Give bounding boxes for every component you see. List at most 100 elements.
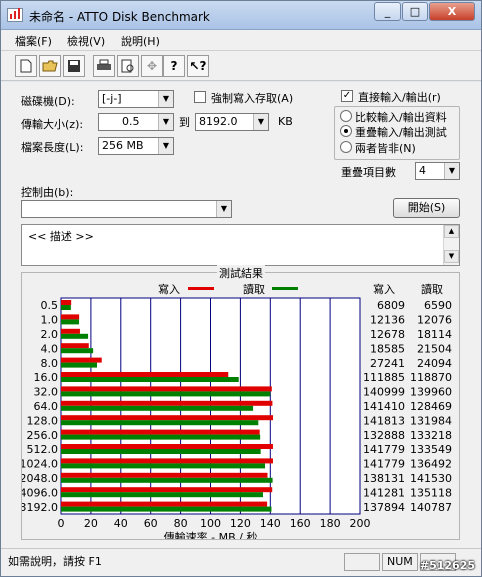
y-tick-label: 512.0 [27, 443, 59, 456]
value-write: 18585 [370, 342, 405, 355]
value-write: 141410 [363, 400, 405, 413]
value-read: 12076 [417, 314, 452, 327]
transfer-unit-label: KB [278, 115, 293, 128]
bar-read [61, 463, 266, 469]
y-tick-label: 32.0 [34, 386, 59, 399]
benchmark-chart: 0 20 40 60 80 100 120 140 160 180 200 傳輸速率 - MB / 秒… [22, 282, 452, 539]
close-button[interactable]: X [429, 2, 475, 21]
drive-value: [-j-] [102, 92, 122, 105]
queue-depth-select[interactable]: 4 ▼ [415, 162, 460, 180]
value-write: 141281 [363, 486, 405, 499]
chevron-down-icon: ▼ [158, 138, 173, 154]
menu-help[interactable]: 說明(H) [121, 33, 160, 49]
y-tick-label: 2048.0 [22, 472, 58, 485]
table-header-read: 讀取 [421, 282, 443, 296]
bar-write [61, 400, 273, 406]
value-read: 133549 [410, 443, 452, 456]
legend-read-label: 讀取 [243, 282, 265, 296]
print-icon[interactable] [93, 55, 115, 77]
legend-write-label: 寫入 [158, 282, 180, 296]
window-title: 未命名 - ATTO Disk Benchmark [29, 10, 210, 24]
value-write: 141779 [363, 443, 405, 456]
table-header-write: 寫入 [373, 282, 395, 296]
maximize-button[interactable]: □ [402, 2, 428, 21]
y-tick-label: 1.0 [41, 314, 59, 327]
bar-read [61, 319, 80, 325]
x-tick-label: 60 [144, 517, 158, 530]
new-document-icon[interactable] [15, 55, 37, 77]
file-length-label: 檔案長度(L): [21, 141, 84, 154]
move-icon[interactable]: ✥ [141, 55, 163, 77]
x-tick-label: 20 [84, 517, 98, 530]
transfer-size-label: 傳輸大小(z): [21, 118, 84, 131]
scroll-down-icon[interactable]: ▼ [444, 250, 459, 263]
direct-io-checkbox[interactable]: ✓ [341, 90, 353, 102]
print-preview-icon[interactable] [117, 55, 139, 77]
file-length-select[interactable]: 256 MB ▼ [98, 137, 174, 155]
menu-file[interactable]: 檔案(F) [15, 33, 52, 49]
open-folder-icon[interactable] [39, 55, 61, 77]
value-write: 140999 [363, 386, 405, 399]
x-tick-label: 180 [320, 517, 341, 530]
y-tick-label: 3192.0 [22, 501, 58, 514]
bar-read [61, 305, 71, 310]
y-tick-label: 2.0 [41, 328, 59, 341]
status-blank-cell [344, 553, 380, 571]
radio-overlap[interactable] [340, 125, 352, 137]
description-text: << 描述 >> [28, 230, 94, 243]
chevron-down-icon: ▼ [158, 91, 173, 107]
watermark: #512625 [419, 559, 475, 572]
value-write: 132888 [363, 429, 405, 442]
menu-view[interactable]: 檢視(V) [67, 33, 105, 49]
settings-panel: 磁碟機(D): [-j-] ▼ 強制寫入存取(A) 傳輸大小(z): 0.5 ▼ 到… [1, 82, 481, 548]
bar-write [61, 372, 229, 377]
bar-read [61, 434, 261, 440]
bar-read [61, 449, 261, 454]
value-write: 141813 [363, 414, 405, 427]
context-help-icon[interactable]: ↖? [187, 55, 209, 77]
x-tick-label: 140 [260, 517, 281, 530]
drive-label: 磁碟機(D): [21, 95, 75, 108]
app-window: 未命名 - ATTO Disk Benchmark _ □ X 檔案(F) 檢視… [0, 0, 482, 577]
queue-depth-value: 4 [419, 164, 426, 177]
transfer-from-value: 0.5 [122, 115, 140, 128]
start-button[interactable]: 開始(S) [393, 198, 460, 218]
value-read: 118870 [410, 371, 452, 384]
legend-read-swatch [272, 287, 298, 290]
save-icon[interactable] [63, 55, 85, 77]
force-write-checkbox[interactable] [194, 91, 206, 103]
help-icon[interactable]: ? [163, 55, 185, 77]
value-write: 12136 [370, 314, 405, 327]
toolbar: ✥ ? ↖? [1, 51, 481, 81]
value-read: 128469 [410, 400, 452, 413]
results-group: 測試結果 0 20 40 60 80 100 120 140 160 180 200 傳輸速率 - M… [21, 265, 460, 540]
minimize-button[interactable]: _ [374, 2, 401, 21]
bar-read [61, 377, 239, 382]
value-write: 137894 [363, 501, 405, 514]
x-tick-label: 80 [174, 517, 188, 530]
x-tick-label: 200 [350, 517, 371, 530]
scroll-up-icon[interactable]: ▲ [444, 225, 459, 238]
y-tick-label: 0.5 [41, 299, 59, 312]
transfer-to-select[interactable]: 8192.0 ▼ [195, 113, 269, 131]
bar-read [61, 420, 259, 426]
y-tick-label: 128.0 [27, 414, 59, 427]
drive-select[interactable]: [-j-] ▼ [98, 90, 174, 108]
controlled-by-select[interactable]: ▼ [21, 200, 232, 218]
value-read: 21504 [417, 342, 452, 355]
controlled-by-label: 控制由(b): [21, 186, 74, 199]
bar-write [61, 357, 102, 363]
description-scrollbar[interactable]: ▲ ▼ [443, 225, 459, 265]
description-field[interactable]: << 描述 >> ▲ ▼ [21, 224, 460, 266]
value-read: 135118 [410, 486, 452, 499]
chevron-down-icon: ▼ [158, 114, 173, 130]
bar-write [61, 300, 72, 305]
radio-neither[interactable] [340, 141, 352, 153]
transfer-from-select[interactable]: 0.5 ▼ [98, 113, 174, 131]
direct-io-label: 直接輸入/輸出(r) [358, 91, 441, 104]
bar-read [61, 333, 89, 339]
bar-write [61, 487, 273, 493]
value-read: 131984 [410, 414, 452, 427]
radio-compare[interactable] [340, 110, 352, 122]
x-tick-label: 40 [114, 517, 128, 530]
